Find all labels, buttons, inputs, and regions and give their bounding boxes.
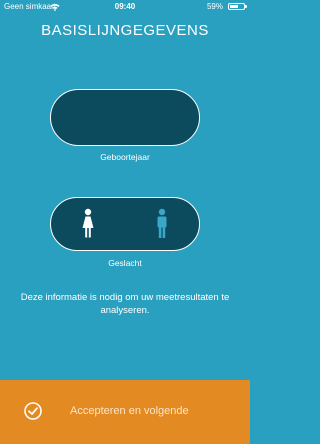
- checkmark-circle-icon: [24, 402, 42, 420]
- info-text: Deze informatie is nodig om uw meetresul…: [20, 292, 230, 316]
- accept-next-button[interactable]: Accepteren en volgende: [0, 380, 250, 444]
- gender-selector: [50, 197, 200, 251]
- birth-year-label: Geboortejaar: [100, 152, 150, 162]
- page-title: BASISLIJNGEGEVENS: [41, 22, 209, 39]
- status-bar: Geen simkaart 09:40 59%: [0, 0, 250, 14]
- battery-icon: [228, 3, 247, 10]
- gender-label: Geslacht: [108, 258, 142, 268]
- male-icon[interactable]: [155, 208, 169, 240]
- birth-year-field[interactable]: [50, 89, 200, 146]
- battery-fill: [230, 5, 238, 8]
- battery-percent: 59%: [206, 2, 223, 11]
- accept-next-label: Accepteren en volgende: [70, 405, 189, 417]
- female-icon[interactable]: [81, 208, 95, 240]
